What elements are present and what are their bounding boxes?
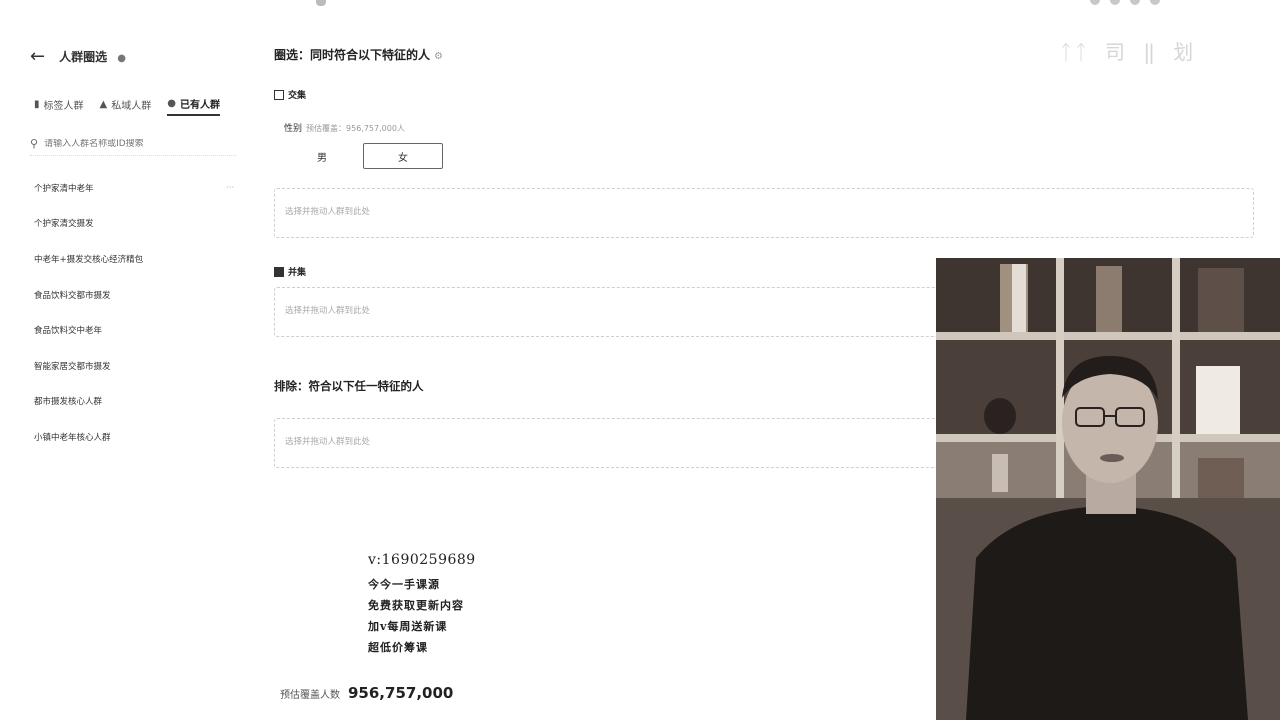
tab-private-crowd[interactable]: ▲ 私域人群 bbox=[100, 92, 152, 116]
search-icon: ⚲ bbox=[30, 137, 39, 150]
dropzone-placeholder: 选择并拖动人群到此处 bbox=[285, 306, 371, 316]
list-item-label: 个护家清交摄发 bbox=[34, 219, 94, 230]
tab-existing-crowd[interactable]: ● 已有人群 bbox=[167, 92, 220, 116]
list-item-label: 小镇中老年核心人群 bbox=[34, 432, 111, 443]
tab-label: 私域人群 bbox=[111, 100, 152, 112]
gender-label: 性别 bbox=[284, 124, 303, 134]
list-item[interactable]: 个护家清交摄发 bbox=[34, 206, 234, 242]
sidebar-title: 人群圈选 ● bbox=[59, 48, 126, 65]
crowd-list: 个护家清中老年 ··· 个护家清交摄发 中老年+摄发交核心经济精包 食品饮料交都市… bbox=[34, 170, 234, 455]
help-icon[interactable]: ⚙ bbox=[434, 51, 443, 62]
list-item[interactable]: 个护家清中老年 ··· bbox=[34, 170, 234, 206]
sidebar: ← 人群圈选 ● ▮ 标签人群 ▲ 私域人群 ● 已有人群 ⚲ 个护家清中老年 ·… bbox=[0, 0, 250, 720]
sidebar-title-text: 人群圈选 bbox=[59, 50, 108, 64]
list-item[interactable]: 食品饮料交中老年 bbox=[34, 312, 234, 348]
gender-female-button[interactable]: 女 bbox=[363, 143, 443, 169]
list-item[interactable]: 智能家居交都市摄发 bbox=[34, 348, 234, 384]
gender-hint: 预估覆盖：956,757,000人 bbox=[306, 124, 405, 133]
list-item[interactable]: 中老年+摄发交核心经济精包 bbox=[34, 241, 234, 277]
union-label: 并集 bbox=[288, 268, 307, 278]
coverage-value: 956,757,000 bbox=[348, 684, 454, 702]
promo-line: 今今一手课源 bbox=[368, 578, 440, 591]
promo-line: 超低价筹课 bbox=[368, 641, 428, 654]
intersect-icon bbox=[274, 89, 284, 100]
select-title-text: 圈选：同时符合以下特征的人 bbox=[274, 48, 431, 62]
select-title: 圈选：同时符合以下特征的人 ⚙ bbox=[274, 46, 443, 63]
promo-overlay: v:1690259689 今今一手课源 免费获取更新内容 加v每周送新课 超低价… bbox=[368, 552, 476, 660]
coverage-label: 预估覆盖人数 bbox=[280, 690, 340, 701]
more-icon[interactable]: ··· bbox=[226, 183, 234, 192]
intersect-section-label: 交集 bbox=[274, 88, 306, 101]
help-icon[interactable]: ● bbox=[117, 53, 126, 64]
intersect-dropzone[interactable]: 选择并拖动人群到此处 bbox=[274, 188, 1254, 238]
promo-contact: v:1690259689 bbox=[368, 552, 476, 568]
tab-label: 已有人群 bbox=[179, 99, 220, 111]
dropzone-placeholder: 选择并拖动人群到此处 bbox=[285, 207, 371, 217]
list-item[interactable]: 都市摄发核心人群 bbox=[34, 384, 234, 420]
gender-filter: 性别 预估覆盖：956,757,000人 bbox=[284, 121, 405, 134]
webcam-scene bbox=[936, 258, 1280, 720]
crowd-type-tabs: ▮ 标签人群 ▲ 私域人群 ● 已有人群 bbox=[34, 92, 220, 116]
back-arrow-icon[interactable]: ← bbox=[30, 46, 45, 67]
list-item[interactable]: 小镇中老年核心人群 bbox=[34, 419, 234, 455]
list-item-label: 食品饮料交都市摄发 bbox=[34, 290, 111, 301]
tab-label: 标签人群 bbox=[43, 100, 84, 112]
list-item-label: 食品饮料交中老年 bbox=[34, 326, 103, 337]
promo-line: 加v每周送新课 bbox=[368, 620, 448, 633]
coverage-estimate: 预估覆盖人数 956,757,000 bbox=[280, 684, 453, 702]
house-icon: ▲ bbox=[99, 98, 108, 110]
union-section-label: 并集 bbox=[274, 265, 306, 278]
list-item-label: 智能家居交都市摄发 bbox=[34, 361, 111, 372]
tag-icon: ▮ bbox=[34, 98, 40, 110]
crowd-search: ⚲ bbox=[30, 132, 236, 156]
union-icon bbox=[274, 266, 284, 277]
list-item-label: 都市摄发核心人群 bbox=[34, 397, 103, 408]
list-item[interactable]: 食品饮料交都市摄发 bbox=[34, 277, 234, 313]
promo-line: 免费获取更新内容 bbox=[368, 599, 464, 612]
gender-male-button[interactable]: 男 bbox=[282, 143, 362, 169]
search-input[interactable] bbox=[44, 138, 225, 149]
exclude-title: 排除：符合以下任一特征的人 bbox=[274, 379, 424, 393]
sidebar-header: ← 人群圈选 ● bbox=[30, 46, 126, 67]
person-icon: ● bbox=[167, 97, 176, 109]
list-item-label: 中老年+摄发交核心经济精包 bbox=[34, 254, 144, 265]
intersect-label: 交集 bbox=[288, 91, 307, 101]
list-item-label: 个护家清中老年 bbox=[34, 183, 94, 194]
tab-tag-crowd[interactable]: ▮ 标签人群 bbox=[34, 92, 84, 116]
webcam-video bbox=[936, 258, 1280, 720]
dropzone-placeholder: 选择并拖动人群到此处 bbox=[285, 437, 371, 447]
